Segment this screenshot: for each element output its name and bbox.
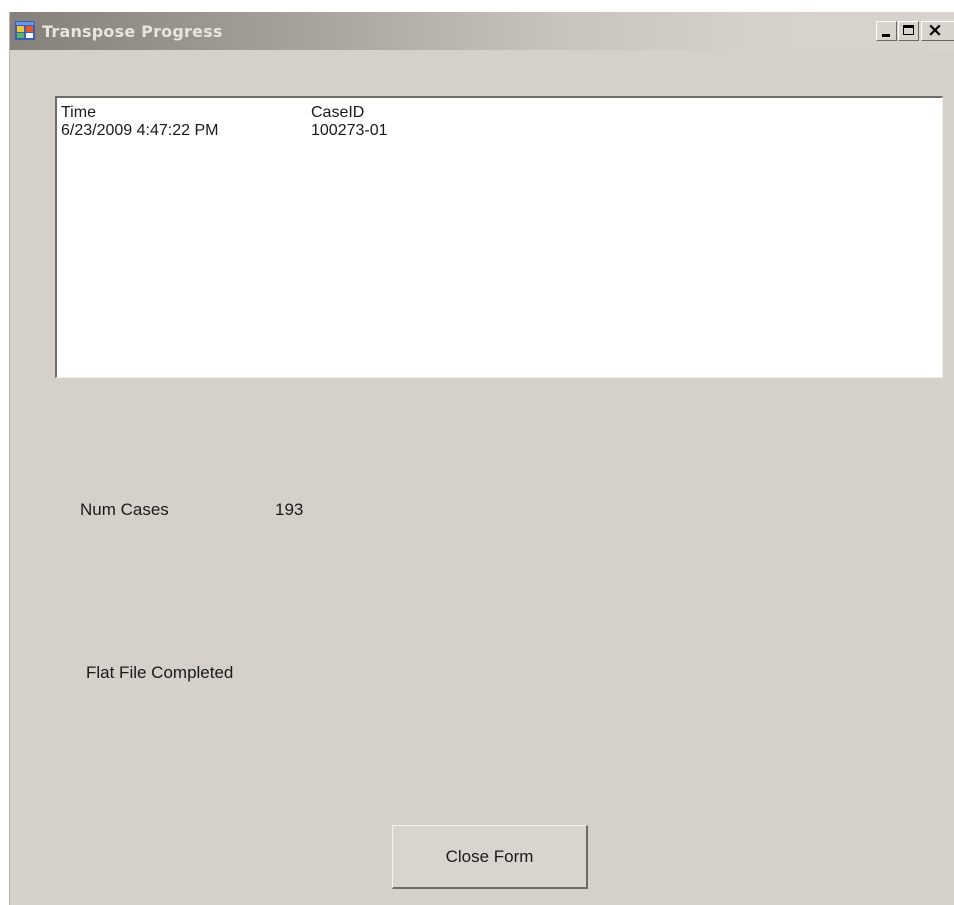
num-cases-label: Num Cases — [80, 500, 169, 519]
close-form-button[interactable]: Close Form — [392, 825, 588, 889]
window-title: Transpose Progress — [42, 22, 223, 41]
num-cases-value: 193 — [275, 500, 304, 519]
column-header-caseid[interactable]: CaseID — [311, 104, 364, 121]
column-header-time[interactable]: Time — [61, 104, 96, 121]
maximize-button[interactable] — [898, 21, 919, 41]
transpose-progress-window: Transpose Progress × Time CaseID 6/23/20… — [9, 12, 954, 905]
progress-log-list[interactable]: Time CaseID 6/23/2009 4:47:22 PM 100273-… — [55, 96, 943, 378]
close-icon: × — [927, 19, 943, 41]
row-caseid-cell: 100273-01 — [311, 122, 388, 139]
row-time-cell: 6/23/2009 4:47:22 PM — [61, 122, 219, 139]
application-icon — [15, 21, 35, 40]
close-window-button[interactable]: × — [921, 19, 954, 41]
title-bar[interactable]: Transpose Progress × — [10, 12, 954, 50]
status-message: Flat File Completed — [86, 663, 234, 682]
minimize-button[interactable] — [876, 21, 897, 41]
minimize-icon — [882, 34, 890, 37]
maximize-icon — [903, 25, 914, 35]
